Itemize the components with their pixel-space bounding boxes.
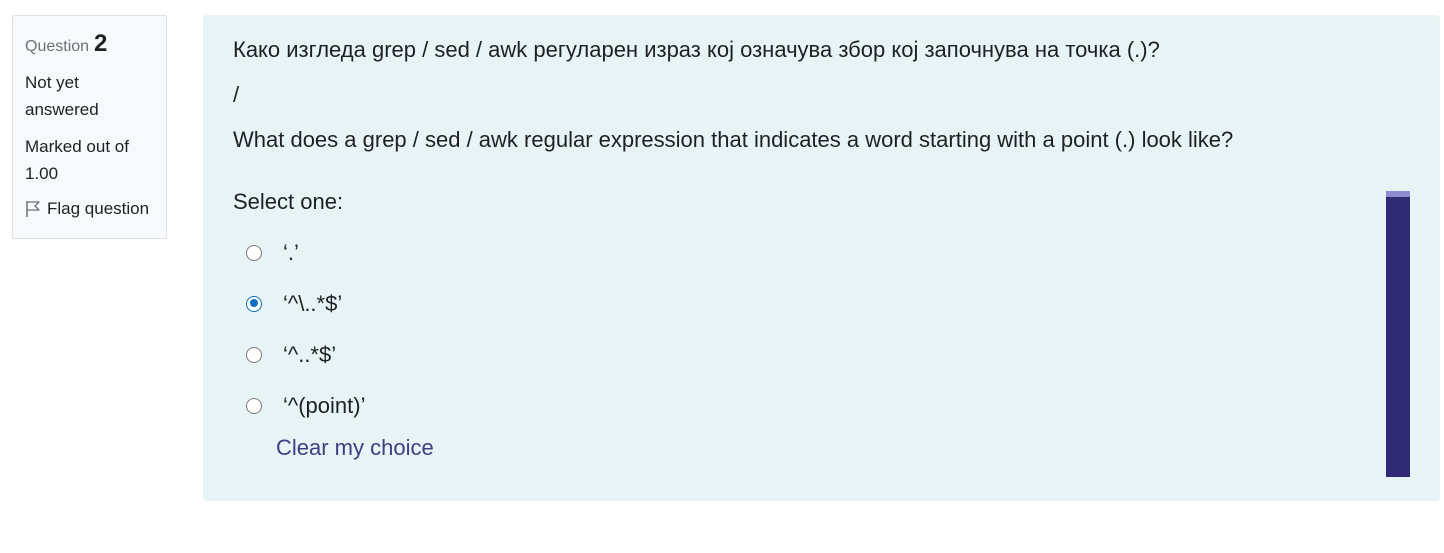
- question-grade-line1: Marked out of: [25, 137, 129, 156]
- answer-option-2[interactable]: ‘^\..*$’: [243, 278, 365, 329]
- question-state: Not yet answered: [25, 69, 166, 123]
- clear-my-choice-link[interactable]: Clear my choice: [276, 435, 434, 461]
- question-text-en: What does a grep / sed / awk regular exp…: [233, 127, 1234, 152]
- question-info-panel: Question 2 Not yet answered Marked out o…: [12, 15, 167, 239]
- question-grade: Marked out of 1.00: [25, 133, 166, 187]
- answer-label-4: ‘^(point)’: [283, 392, 366, 418]
- question-number: 2: [94, 30, 108, 57]
- flag-question-button[interactable]: Flag question: [25, 199, 166, 219]
- answer-radio-4[interactable]: [246, 397, 262, 414]
- answer-option-1[interactable]: ‘.’: [243, 227, 365, 278]
- question-state-line2: answered: [25, 100, 99, 119]
- answer-radio-3[interactable]: [246, 346, 262, 363]
- question-grade-line2: 1.00: [25, 164, 59, 183]
- answer-radio-1[interactable]: [246, 244, 262, 261]
- answer-options: ‘.’ ‘^\..*$’ ‘^..*$’ ‘^(point)’: [243, 227, 365, 431]
- answer-radio-2[interactable]: [246, 295, 262, 312]
- answer-option-4[interactable]: ‘^(point)’: [243, 380, 365, 431]
- answer-label-2: ‘^\..*$’: [283, 290, 343, 316]
- flag-icon: [25, 200, 41, 218]
- select-one-prompt: Select one:: [233, 189, 344, 214]
- flag-question-label: Flag question: [47, 199, 150, 218]
- question-text: Како изгледа grep / sed / awk регуларен …: [233, 35, 1383, 170]
- answer-label-1: ‘.’: [283, 239, 299, 265]
- scrollbar-thumb-cap[interactable]: [1386, 191, 1410, 197]
- question-state-line1: Not yet: [25, 73, 79, 92]
- vertical-scrollbar[interactable]: [1386, 191, 1410, 477]
- answer-option-3[interactable]: ‘^..*$’: [243, 329, 365, 380]
- question-text-mk: Како изгледа grep / sed / awk регуларен …: [233, 37, 1160, 62]
- question-label: Question: [25, 38, 90, 55]
- answer-label-3: ‘^..*$’: [283, 341, 337, 367]
- question-number-line: Question 2: [25, 30, 166, 58]
- question-content-panel: Како изгледа grep / sed / awk регуларен …: [203, 15, 1440, 501]
- question-text-separator: /: [233, 82, 240, 107]
